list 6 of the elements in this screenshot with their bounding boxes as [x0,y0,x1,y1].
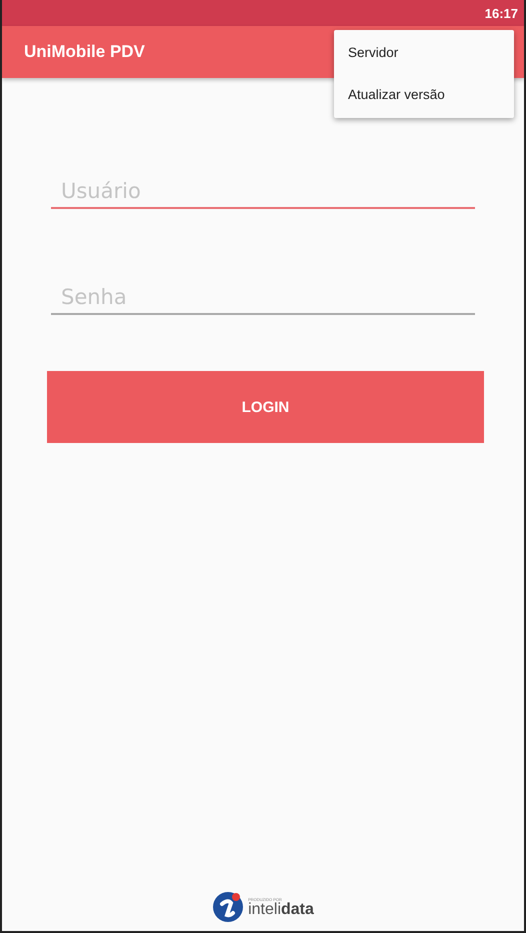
clock-time: 16:17 [484,6,518,20]
menu-item[interactable]: Servidor [334,32,514,74]
logo-icon [212,891,244,923]
app-title: UniMobile PDV [24,42,145,62]
menu-item[interactable]: Atualizar versão [334,74,514,116]
brand-name: intelidata [248,902,314,918]
